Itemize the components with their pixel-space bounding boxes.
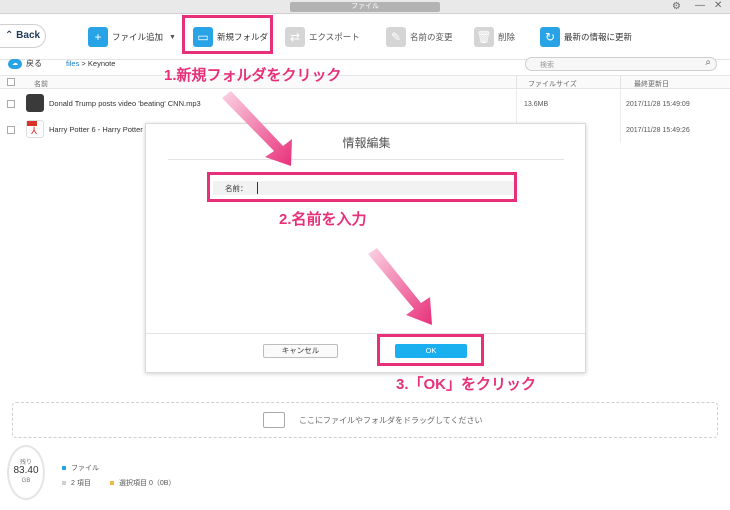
dialog-footer-divider <box>146 333 585 334</box>
back-label: Back <box>16 30 41 41</box>
category-dot <box>62 466 66 471</box>
refresh-button[interactable]: ↻ 最新の情報に更新 <box>540 20 632 54</box>
file-name: Harry Potter 6 - Harry Potter <box>49 125 143 134</box>
rename-icon: ✎ <box>386 27 406 47</box>
row-checkbox[interactable] <box>7 126 15 134</box>
table-header: 名前 ファイルサイズ 最終更新日 <box>0 75 730 89</box>
storage-gauge: 残り 83.40 GB <box>7 445 45 500</box>
drop-zone-text: ここにファイルやフォルダをドラッグしてください <box>299 416 483 425</box>
minimize-button[interactable]: — <box>695 0 705 11</box>
item-count-label: 2 項目 <box>71 480 91 487</box>
pdf-icon: ⅄ <box>26 120 44 138</box>
file-date: 2017/11/28 15:49:26 <box>626 127 690 134</box>
refresh-icon: ↻ <box>540 27 560 47</box>
selected-count: 選択項目 0（0B） <box>110 478 175 488</box>
storage-remaining-value: 83.40 <box>13 465 39 476</box>
breadcrumb-separator: > <box>79 59 88 68</box>
music-icon <box>26 94 44 112</box>
edit-info-dialog: 情報編集 名前： キャンセル OK <box>145 123 586 373</box>
rename-label: 名前の変更 <box>410 32 453 42</box>
trash-icon: 🗑 <box>474 27 494 47</box>
add-file-button[interactable]: + ファイル追加 ▼ <box>88 20 176 54</box>
back-button[interactable]: ⌃ Back <box>0 24 46 48</box>
chevron-up-icon: ⌃ <box>5 30 14 41</box>
file-date: 2017/11/28 15:49:09 <box>626 101 690 108</box>
window-title: ファイル <box>290 2 440 12</box>
export-label: エクスポート <box>309 32 360 42</box>
folder-icon <box>263 412 285 428</box>
ok-button-highlight <box>377 334 484 366</box>
breadcrumb: files > Keynote <box>66 59 115 68</box>
breadcrumb-current: Keynote <box>87 59 116 68</box>
column-divider <box>620 76 621 89</box>
search-placeholder: 検索 <box>540 62 554 69</box>
category-legend: ファイル <box>62 463 99 473</box>
return-label: 戻る <box>26 59 42 68</box>
cloud-icon: ☁ <box>8 58 22 69</box>
category-label: ファイル <box>71 465 99 472</box>
name-field-highlight <box>207 172 517 202</box>
new-folder-highlight <box>182 15 273 54</box>
caret-down-icon[interactable]: ▼ <box>169 34 176 41</box>
storage-unit: GB <box>21 478 31 484</box>
breadcrumb-files[interactable]: files <box>66 59 79 68</box>
export-icon: ⇄ <box>285 27 305 47</box>
step1-annotation: 1.新規フォルダをクリック <box>164 67 342 84</box>
search-input[interactable]: 検索 ⌕ <box>525 57 717 71</box>
delete-label: 削除 <box>498 32 516 42</box>
cancel-button[interactable]: キャンセル <box>263 344 338 358</box>
return-button[interactable]: ☁ 戻る <box>8 58 42 69</box>
row-checkbox[interactable] <box>7 100 15 108</box>
header-date[interactable]: 最終更新日 <box>634 79 669 89</box>
file-size: 13.6MB <box>524 101 549 108</box>
drop-zone[interactable]: ここにファイルやフォルダをドラッグしてください <box>12 402 718 438</box>
item-count: 2 項目 <box>62 478 91 488</box>
close-button[interactable]: ✕ <box>714 0 722 11</box>
delete-button[interactable]: 🗑 削除 <box>474 20 515 54</box>
header-size[interactable]: ファイルサイズ <box>528 79 577 89</box>
step3-annotation: 3.「OK」をクリック <box>396 376 537 393</box>
file-name: Donald Trump posts video 'beating' CNN.m… <box>49 99 201 108</box>
header-name[interactable]: 名前 <box>34 79 48 89</box>
select-all-checkbox[interactable] <box>7 78 15 86</box>
selected-dot <box>110 481 114 486</box>
title-bar: ファイル ⚙ — ✕ <box>0 0 730 14</box>
path-bar: ☁ 戻る files > Keynote 検索 ⌕ <box>0 57 730 72</box>
refresh-label: 最新の情報に更新 <box>564 32 633 42</box>
add-file-label: ファイル追加 <box>112 32 164 42</box>
gear-icon[interactable]: ⚙ <box>672 1 681 12</box>
column-divider <box>516 76 517 89</box>
add-file-icon: + <box>88 27 108 47</box>
step2-annotation: 2.名前を入力 <box>279 211 367 228</box>
export-button[interactable]: ⇄ エクスポート <box>285 20 360 54</box>
selected-label: 選択項目 0（0B） <box>119 480 176 487</box>
rename-button[interactable]: ✎ 名前の変更 <box>386 20 453 54</box>
table-row[interactable]: Donald Trump posts video 'beating' CNN.m… <box>0 91 730 117</box>
search-icon[interactable]: ⌕ <box>705 57 711 68</box>
dialog-title: 情報編集 <box>342 136 391 150</box>
dialog-divider <box>168 159 564 160</box>
toolbar: ⌃ Back + ファイル追加 ▼ ▭ 新規フォルダ ⇄ エクスポート ✎ 名前… <box>0 14 730 60</box>
count-dot <box>62 481 66 486</box>
